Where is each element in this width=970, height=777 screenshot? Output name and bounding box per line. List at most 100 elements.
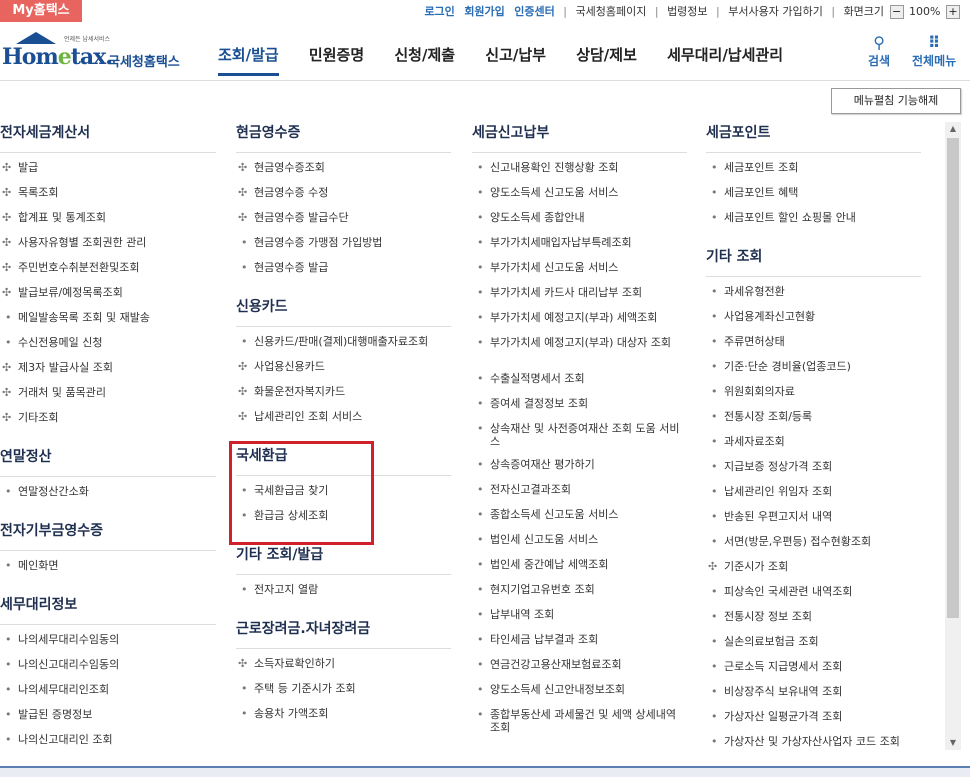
menu-item[interactable]: • 기준·단순 경비율(업종코드): [706, 360, 921, 385]
menu-item[interactable]: • 전통시장 조회/등록: [706, 410, 921, 435]
menu-item[interactable]: • 부가가치세 신고도움 서비스: [472, 261, 687, 286]
menu-item[interactable]: • 위원회회의자료: [706, 385, 921, 410]
nav-consult-report[interactable]: 상담/제보: [576, 44, 637, 65]
menu-item[interactable]: • 신고내용확인 진행상황 조회: [472, 161, 687, 186]
section-title[interactable]: 전자기부금영수증: [0, 520, 216, 551]
section-title[interactable]: 신용카드: [236, 296, 451, 327]
menu-item[interactable]: • 증여세 결정정보 조회: [472, 397, 687, 422]
menu-item[interactable]: ✣ 기준시가 조회: [706, 560, 921, 585]
menu-item[interactable]: • 전통시장 정보 조회: [706, 610, 921, 635]
search-button[interactable]: ⚲ 검색: [868, 34, 890, 69]
menu-item[interactable]: • 메인화면: [0, 559, 216, 584]
menu-item[interactable]: ✣ 현금영수증 발급수단: [236, 211, 451, 236]
nts-homepage-link[interactable]: 국세청홈페이지: [576, 3, 647, 21]
menu-item[interactable]: • 연금건강고용산재보험료조회: [472, 658, 687, 683]
menu-item[interactable]: ✣ 발급: [0, 161, 216, 186]
section-title[interactable]: 현금영수증: [236, 122, 451, 153]
menu-item[interactable]: • 나의신고대리인 조회: [0, 733, 216, 758]
menu-item[interactable]: ✣ 목록조회: [0, 186, 216, 211]
menu-item[interactable]: ✣ 납세관리인 조회 서비스: [236, 410, 451, 435]
menu-item[interactable]: • 가상자산 및 가상자산사업자 코드 조회: [706, 735, 921, 760]
menu-item[interactable]: • 송용차 가액조회: [236, 707, 451, 732]
menu-item[interactable]: • 법인세 중간예납 세액조회: [472, 558, 687, 583]
menu-item[interactable]: • 서면(방문,우편등) 접수현황조회: [706, 535, 921, 560]
menu-item[interactable]: • 나의세무대리인조회: [0, 683, 216, 708]
menu-item[interactable]: • 상속재산 및 사전증여재산 조회 도움 서비스: [472, 422, 687, 458]
menu-item[interactable]: • 부가가치세매입자납부특례조회: [472, 236, 687, 261]
menu-item[interactable]: • 주류면허상태: [706, 335, 921, 360]
menu-item[interactable]: • 반송된 우편고지서 내역: [706, 510, 921, 535]
menu-item[interactable]: • 종합소득세 신고도움 서비스: [472, 508, 687, 533]
section-title[interactable]: 기타 조회: [706, 246, 921, 277]
menu-item[interactable]: • 피상속인 국세관련 내역조회: [706, 585, 921, 610]
scroll-thumb[interactable]: [947, 138, 959, 618]
menu-item[interactable]: • 비상장주식 보유내역 조회: [706, 685, 921, 710]
menu-item[interactable]: • 나의신고대리수임동의: [0, 658, 216, 683]
menu-item[interactable]: • 상속증여재산 평가하기: [472, 458, 687, 483]
menu-item[interactable]: • 근로소득 지급명세서 조회: [706, 660, 921, 685]
menu-item[interactable]: ✣ 화물운전자복지카드: [236, 385, 451, 410]
menu-item[interactable]: • 메일발송목록 조회 및 재발송: [0, 311, 216, 336]
menu-item[interactable]: ✣ 현금영수증 수정: [236, 186, 451, 211]
zoom-in-button[interactable]: +: [946, 5, 960, 19]
zoom-out-button[interactable]: −: [889, 5, 904, 19]
nav-apply-submit[interactable]: 신청/제출: [394, 44, 455, 65]
menu-item[interactable]: • 세금포인트 혜택: [706, 186, 921, 211]
menu-item[interactable]: • 발급된 증명정보: [0, 708, 216, 733]
menu-item[interactable]: • 가상자산 일평균가격 조회: [706, 710, 921, 735]
nav-tax-agent[interactable]: 세무대리/납세관리: [667, 44, 783, 65]
menu-item[interactable]: • 과세자료조회: [706, 435, 921, 460]
all-menu-button[interactable]: ⠿ 전체메뉴: [912, 34, 956, 69]
menu-item[interactable]: ✣ 사업용신용카드: [236, 360, 451, 385]
dept-user-signup-link[interactable]: 부서사용자 가입하기: [728, 3, 823, 21]
menu-item[interactable]: • 종합부동산세 과세물건 및 세액 상세내역 조회: [472, 708, 687, 744]
menu-item[interactable]: • 수출실적명세서 조회: [472, 372, 687, 397]
cert-center-link[interactable]: 인증센터: [514, 3, 554, 21]
menu-item[interactable]: • 부가가치세 예정고지(부과) 대상자 조회: [472, 336, 687, 372]
menu-item[interactable]: • 법인세 신고도움 서비스: [472, 533, 687, 558]
menu-item[interactable]: • 주택 등 기준시가 조회: [236, 682, 451, 707]
menu-item[interactable]: ✣ 제3자 발급사실 조회: [0, 361, 216, 386]
nav-report-pay[interactable]: 신고/납부: [485, 44, 546, 65]
menu-item[interactable]: • 과세유형전환: [706, 285, 921, 310]
menu-item[interactable]: ✣ 발급보류/예정목록조회: [0, 286, 216, 311]
menu-item[interactable]: • 양도소득세 신고안내정보조회: [472, 683, 687, 708]
menu-item[interactable]: • 실손의료보험금 조회: [706, 635, 921, 660]
menu-item[interactable]: • 세금포인트 할인 쇼핑몰 안내: [706, 211, 921, 236]
menu-expand-disable-button[interactable]: 메뉴펼침 기능해제: [831, 88, 961, 114]
law-info-link[interactable]: 법령정보: [667, 3, 707, 21]
section-title[interactable]: 세금포인트: [706, 122, 921, 153]
hometax-logo[interactable]: 언제든 납세서비스 Hometax. 국세청홈택스: [2, 32, 202, 70]
menu-item[interactable]: • 타인세금 납부결과 조회: [472, 633, 687, 658]
section-title[interactable]: 세무대리정보: [0, 594, 216, 625]
menu-item[interactable]: • 세금포인트 조회: [706, 161, 921, 186]
menu-item[interactable]: ✣ 현금영수증조회: [236, 161, 451, 186]
menu-item[interactable]: ✣ 거래처 및 품목관리: [0, 386, 216, 411]
section-title[interactable]: 세금신고납부: [472, 122, 687, 153]
signup-link[interactable]: 회원가입: [464, 3, 504, 21]
menu-item[interactable]: • 신용카드/판매(결제)대행매출자료조회: [236, 335, 451, 360]
menu-item[interactable]: • 전자신고결과조회: [472, 483, 687, 508]
scrollbar[interactable]: ▲ ▼: [945, 122, 961, 750]
menu-item[interactable]: • 양도소득세 종합안내: [472, 211, 687, 236]
menu-item[interactable]: • 연말정산간소화: [0, 485, 216, 510]
section-title[interactable]: 근로장려금.자녀장려금: [236, 618, 451, 649]
menu-item[interactable]: • 나의세무대리수임동의: [0, 633, 216, 658]
menu-item[interactable]: ✣ 기타조회: [0, 411, 216, 436]
login-link[interactable]: 로그인: [424, 3, 454, 21]
menu-item[interactable]: • 양도소득세 신고도움 서비스: [472, 186, 687, 211]
my-hometax-button[interactable]: My홈택스: [0, 0, 82, 22]
scroll-up-icon[interactable]: ▲: [945, 122, 961, 136]
menu-item[interactable]: ✣ 합계표 및 통계조회: [0, 211, 216, 236]
menu-item[interactable]: • 현금영수증 발급: [236, 261, 451, 286]
section-title[interactable]: 기타 조회/발급: [236, 544, 451, 575]
nav-civil-cert[interactable]: 민원증명: [309, 44, 364, 65]
section-title[interactable]: 전자세금계산서: [0, 122, 216, 153]
menu-item[interactable]: • 현지기업고유번호 조회: [472, 583, 687, 608]
section-title[interactable]: 연말정산: [0, 446, 216, 477]
menu-item[interactable]: • 전자고지 열람: [236, 583, 451, 608]
menu-item[interactable]: ✣ 주민번호수취분전환및조회: [0, 261, 216, 286]
nav-inquiry-issue[interactable]: 조회/발급: [218, 44, 279, 76]
menu-item[interactable]: ✣ 사용자유형별 조회권한 관리: [0, 236, 216, 261]
menu-item[interactable]: • 현금영수증 가맹점 가입방법: [236, 236, 451, 261]
